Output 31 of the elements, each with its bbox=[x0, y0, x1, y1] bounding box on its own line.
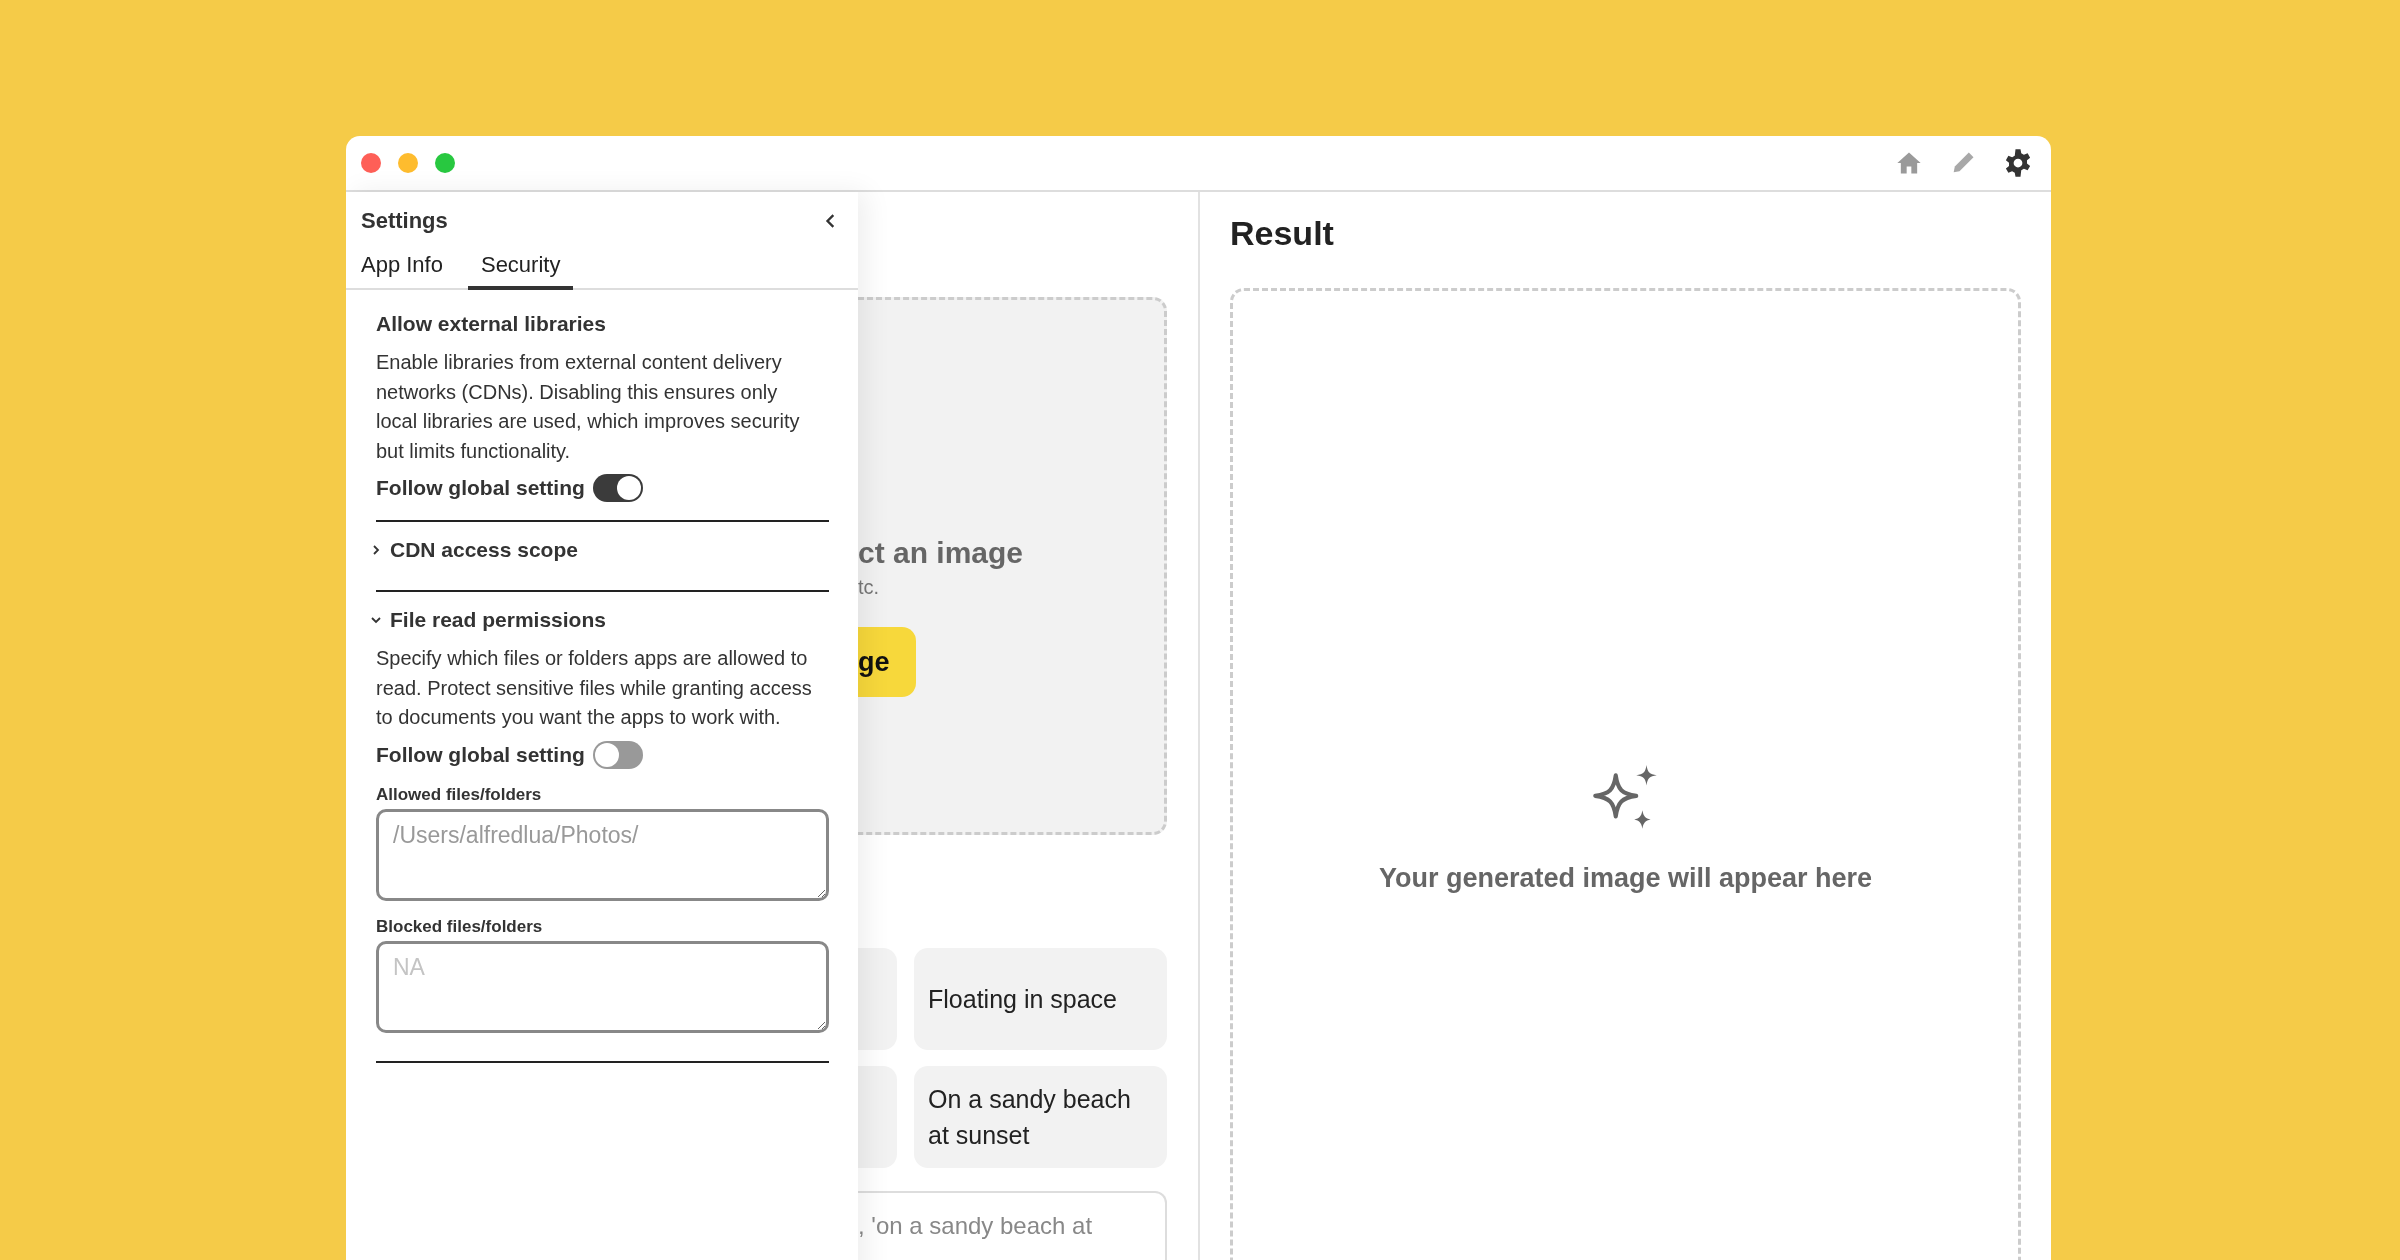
maximize-button[interactable] bbox=[435, 153, 455, 173]
text-area[interactable]: /Users/alfredlua/Photos/ bbox=[376, 808, 829, 901]
preset-chip[interactable]: On a sandy beach at sunset bbox=[914, 1066, 1167, 1168]
toggle-label: Follow global setting bbox=[376, 476, 585, 500]
text-area[interactable]: NA bbox=[376, 940, 829, 1033]
preset-chip[interactable]: Floating in space bbox=[914, 948, 1167, 1050]
section-title: Allow external libraries bbox=[376, 312, 607, 336]
chevron-icon bbox=[370, 544, 382, 556]
settings-icon[interactable] bbox=[2003, 148, 2033, 178]
panel-title: Settings bbox=[361, 208, 448, 234]
dropzone-hint: tc. bbox=[858, 576, 880, 599]
empty-state-text: Your generated image will appear here bbox=[1378, 863, 1873, 894]
section-description: Specify which files or folders apps are allowed to read. Protect sensitive files while granting access to documents you want the apps to work with. bbox=[376, 646, 813, 730]
prompt-field[interactable]: , 'on a sandy beach at bbox=[858, 1191, 1167, 1260]
section-header[interactable]: File read permissions bbox=[370, 592, 829, 632]
toggle-switch[interactable] bbox=[592, 740, 643, 769]
field-label: Allowed files/folders bbox=[376, 784, 543, 805]
tab[interactable]: Security bbox=[467, 252, 574, 290]
result-title: Result bbox=[1230, 214, 1335, 253]
section-description: Enable libraries from external content delivery networks (CDNs). Disabling this ensures only local libraries are used, which improves security but limits functionality. bbox=[376, 350, 801, 464]
toggle-switch[interactable] bbox=[592, 474, 643, 502]
tab[interactable]: App Info bbox=[361, 252, 456, 290]
chevron-icon bbox=[370, 614, 382, 626]
dropzone-title: ct an image bbox=[858, 536, 1024, 570]
section-header[interactable]: CDN access scope bbox=[370, 522, 829, 562]
toggle-label: Follow global setting bbox=[376, 742, 585, 767]
close-button[interactable] bbox=[361, 153, 381, 173]
field-label: Blocked files/folders bbox=[376, 916, 544, 937]
upload-button[interactable]: ge bbox=[858, 627, 916, 697]
minimize-button[interactable] bbox=[398, 153, 418, 173]
upload-dropzone[interactable]: ct an image tc. ge bbox=[858, 297, 1167, 835]
